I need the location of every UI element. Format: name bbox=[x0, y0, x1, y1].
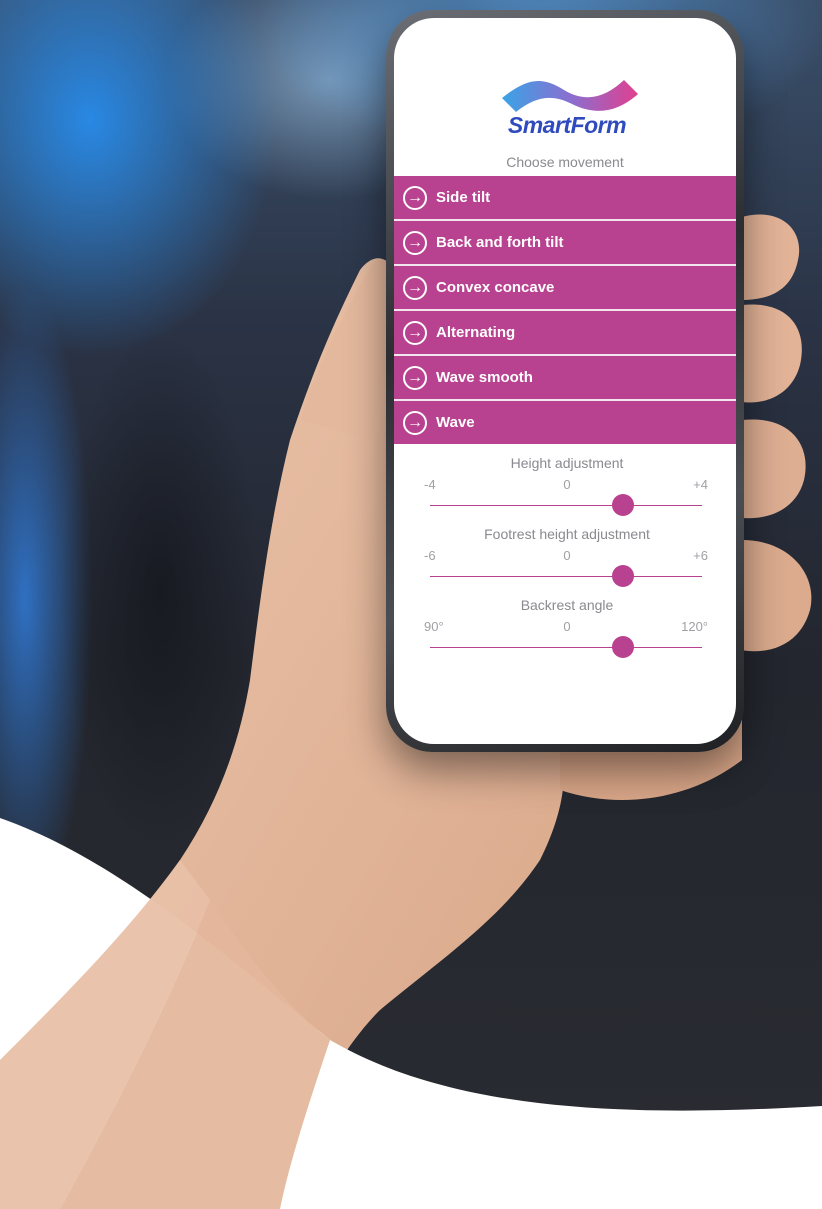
menu-item-wave-smooth[interactable]: → Wave smooth bbox=[394, 356, 736, 401]
arrow-right-circle-icon: → bbox=[403, 230, 427, 255]
slider-mid-label: 0 bbox=[563, 619, 571, 634]
menu-item-wave[interactable]: → Wave bbox=[394, 401, 736, 444]
movement-menu: → Side tilt → Back and forth tilt → Conv… bbox=[394, 176, 736, 444]
slider-max-label: +4 bbox=[693, 477, 708, 492]
slider-mid-label: 0 bbox=[563, 548, 571, 563]
arrow-right-circle-icon: → bbox=[403, 365, 427, 390]
height-adjustment-slider: Height adjustment -4 0 +4 bbox=[422, 455, 712, 521]
menu-item-side-tilt[interactable]: → Side tilt bbox=[394, 176, 736, 221]
slider-thumb[interactable] bbox=[612, 565, 635, 587]
phone-screen: SmartForm Choose movement → Side tilt → … bbox=[394, 18, 736, 744]
menu-item-label: Convex concave bbox=[436, 279, 555, 296]
menu-item-label: Wave bbox=[436, 414, 475, 431]
arrow-right-circle-icon: → bbox=[403, 275, 427, 300]
slider-title: Footrest height adjustment bbox=[484, 526, 650, 542]
photo-scene: SmartForm Choose movement → Side tilt → … bbox=[0, 0, 822, 1209]
menu-item-convex-concave[interactable]: → Convex concave bbox=[394, 266, 736, 311]
brand-name: SmartForm bbox=[507, 112, 627, 138]
slider-track[interactable] bbox=[430, 565, 702, 587]
arrow-right-circle-icon: → bbox=[403, 320, 427, 345]
slider-max-label: 120° bbox=[681, 619, 708, 634]
menu-item-alternating[interactable]: → Alternating bbox=[394, 311, 736, 356]
slider-title: Height adjustment bbox=[510, 455, 624, 471]
slider-thumb[interactable] bbox=[612, 494, 635, 516]
slider-max-label: +6 bbox=[693, 548, 708, 563]
slider-mid-label: 0 bbox=[563, 477, 571, 492]
menu-item-label: Side tilt bbox=[436, 189, 491, 206]
slider-track[interactable] bbox=[430, 636, 702, 658]
slider-title: Backrest angle bbox=[520, 597, 614, 613]
arrow-right-circle-icon: → bbox=[403, 410, 427, 435]
slider-track[interactable] bbox=[430, 494, 702, 516]
menu-item-label: Back and forth tilt bbox=[436, 234, 564, 251]
phone-device: SmartForm Choose movement → Side tilt → … bbox=[386, 10, 744, 752]
arrow-right-circle-icon: → bbox=[403, 185, 427, 210]
footrest-height-adjustment-slider: Footrest height adjustment -6 0 +6 bbox=[422, 526, 712, 592]
menu-item-back-and-forth-tilt[interactable]: → Back and forth tilt bbox=[394, 221, 736, 266]
choose-movement-heading: Choose movement bbox=[506, 154, 624, 170]
logo-wave-icon bbox=[502, 80, 638, 112]
menu-item-label: Alternating bbox=[436, 324, 516, 341]
menu-item-label: Wave smooth bbox=[436, 369, 533, 386]
backrest-angle-slider: Backrest angle 90° 0 120° bbox=[422, 597, 712, 663]
slider-thumb[interactable] bbox=[612, 636, 635, 658]
smartform-logo: SmartForm bbox=[492, 72, 642, 152]
